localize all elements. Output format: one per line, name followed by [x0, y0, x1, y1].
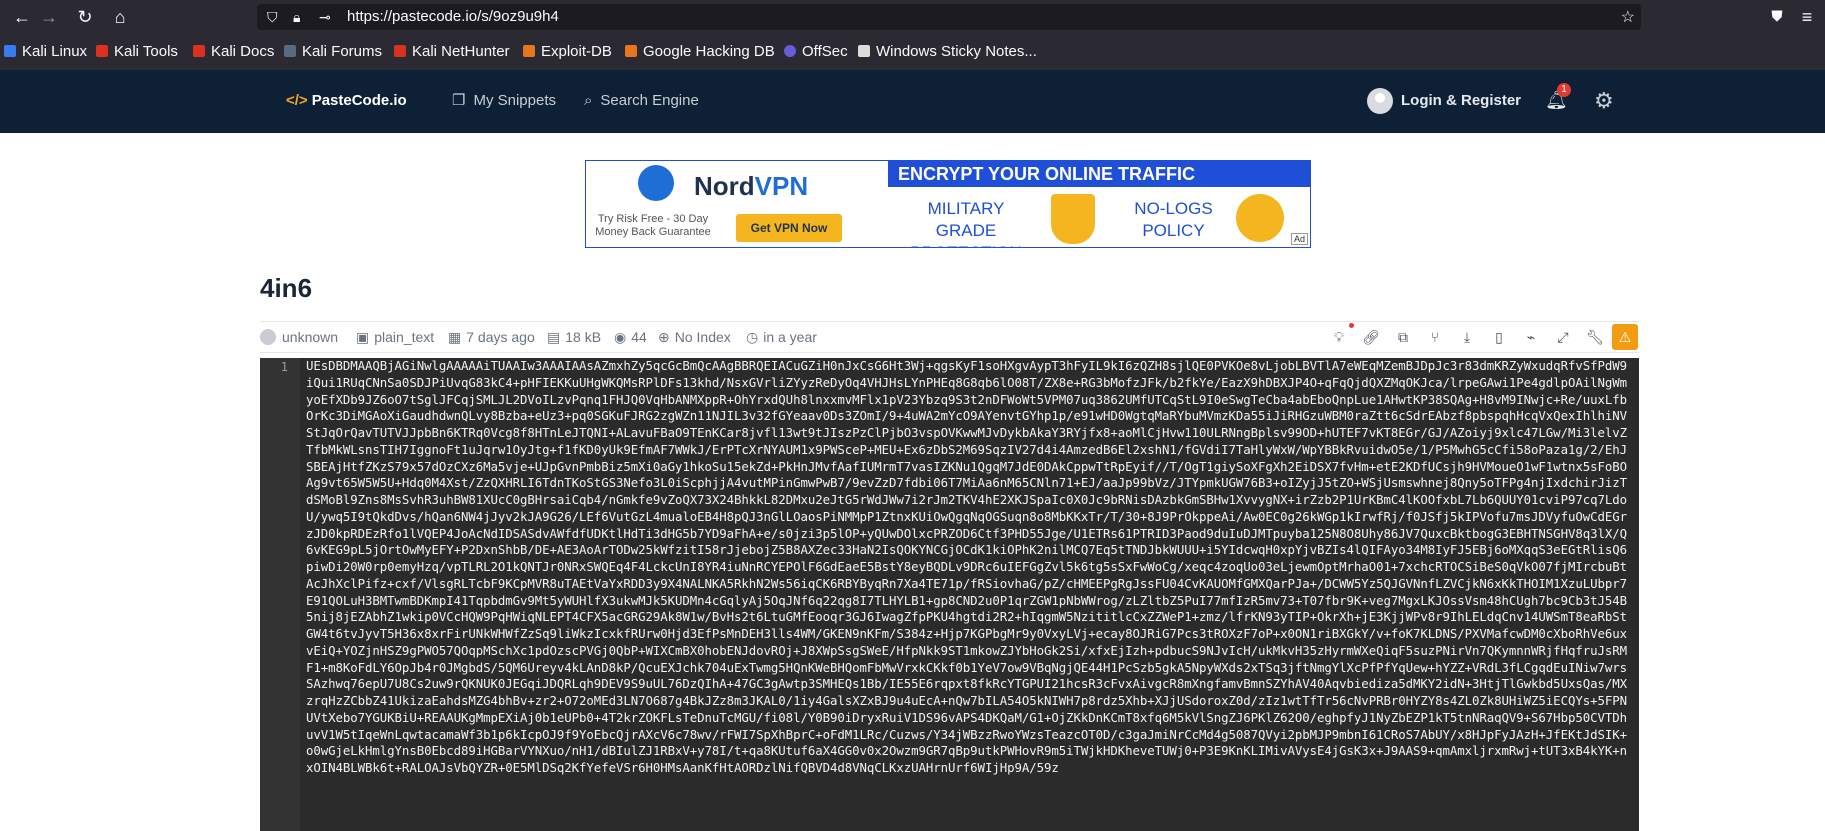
bookmark-sticky-notes[interactable]: Windows Sticky Notes... [858, 43, 1037, 61]
bookmark-offsec[interactable]: OffSec [784, 43, 848, 61]
meta-author[interactable]: unknown [260, 328, 338, 346]
shield-icon[interactable]: ⛉ [267, 8, 278, 26]
link-icon[interactable]: 🔗︎ [1358, 324, 1384, 350]
kali-tools-icon [96, 45, 108, 57]
paste-content[interactable]: UEsDBDMAAQBjAGiNwlgAAAAAiTUAAIw3AAAIAAsA… [306, 358, 1632, 777]
meta-index: ⊕ No Index [658, 329, 731, 345]
fork-icon[interactable]: ⑂ [1422, 324, 1448, 350]
line-number: 1 [280, 360, 288, 374]
lock-icon[interactable]: 🔒︎ [293, 8, 300, 26]
nethunter-icon [394, 45, 406, 57]
ad-headline: ENCRYPT YOUR ONLINE TRAFFIC [888, 161, 1310, 187]
bookmark-kali-linux[interactable]: Kali Linux [4, 43, 87, 61]
ghdb-icon [625, 45, 637, 57]
ad-tag[interactable]: Ad [1290, 233, 1308, 245]
nav-my-snippets[interactable]: ❐ My Snippets [452, 91, 556, 111]
back-icon[interactable]: ← [10, 5, 34, 29]
site-header: </> PasteCode.io ❐ My Snippets ⌕ Search Eng… [0, 70, 1825, 133]
report-warning-icon[interactable]: ⚠ [1612, 324, 1638, 350]
raw-file-icon[interactable]: ▯ [1486, 324, 1512, 350]
code-icon: </> [286, 92, 308, 109]
sticky-notes-icon [858, 45, 870, 57]
url-text[interactable]: https://pastecode.io/s/9oz9u9h4 [347, 8, 559, 26]
site-logo[interactable]: </> PasteCode.io [286, 90, 407, 112]
lock-badge-icon [1236, 194, 1284, 242]
ad-feature-military: MILITARY GRADE PROTECTION [910, 199, 1021, 247]
forward-icon[interactable]: → [37, 5, 61, 29]
bookmark-kali-tools[interactable]: Kali Tools [96, 43, 178, 61]
eye-icon: ◉ [614, 329, 627, 345]
code-viewer[interactable]: 1 UEsDBDMAAQBjAGiNwlgAAAAAiTUAAIw3AAAIAA… [260, 358, 1639, 831]
bulb-notification-dot [1349, 323, 1354, 328]
paste-title: 4in6 [260, 273, 313, 303]
bulb-icon[interactable]: 💡︎ [1326, 324, 1352, 350]
bookmark-google-hacking-db[interactable]: Google Hacking DB [625, 43, 775, 61]
calendar-icon: ▦ [448, 329, 462, 345]
login-register-link[interactable]: Login & Register [1367, 88, 1521, 115]
bookmark-kali-nethunter[interactable]: Kali NetHunter [394, 43, 510, 61]
avatar [1367, 88, 1393, 115]
bookmark-kali-forums[interactable]: Kali Forums [284, 43, 382, 61]
bookmark-kali-docs[interactable]: Kali Docs [193, 43, 274, 61]
nordvpn-ad[interactable]: NordVPN Try Risk Free - 30 Day Money Bac… [585, 160, 1311, 248]
bookmark-star-icon[interactable]: ☆ [1621, 7, 1635, 27]
offsec-icon [784, 45, 796, 57]
browser-toolbar: ← → ↻ ⌂ ⛉ 🔒︎ ⊸ https://pastecode.io/s/9o… [0, 0, 1825, 34]
clock-icon: ◷ [746, 329, 759, 345]
notification-badge: 1 [1557, 83, 1571, 97]
ad-risk-free: Try Risk Free - 30 Day Money Back Guaran… [595, 213, 711, 238]
reload-icon[interactable]: ↻ [73, 5, 97, 29]
ad-get-vpn-button[interactable]: Get VPN Now [736, 214, 842, 242]
ad-feature-nologs: NO-LOGS POLICY [1134, 199, 1213, 240]
copy-icon[interactable]: ⧉ [1390, 324, 1416, 350]
search-icon: ⌕ [584, 92, 593, 109]
exploit-db-icon [523, 45, 535, 57]
kali-docs-icon [193, 45, 205, 57]
bookmark-exploit-db[interactable]: Exploit-DB [523, 43, 612, 61]
paste-meta-bar: unknown ▣ plain_text ▦ 7 days ago ▤ 18 kB ◉… [260, 321, 1639, 353]
home-icon[interactable]: ⌂ [108, 5, 132, 29]
kali-icon [4, 45, 16, 57]
shield-badge-icon [1051, 194, 1095, 244]
permissions-icon[interactable]: ⊸ [319, 8, 331, 26]
url-bar[interactable]: ⛉ 🔒︎ ⊸ https://pastecode.io/s/9oz9u9h4 ☆ [257, 4, 1641, 30]
file-size-icon: ▤ [547, 329, 561, 345]
nordvpn-logo-icon [638, 165, 674, 201]
ad-brand: NordVPN [694, 171, 809, 201]
fullscreen-icon[interactable]: ⤢ [1550, 324, 1576, 350]
meta-views: ◉ 44 [614, 329, 647, 345]
syntax-icon: ▣ [356, 329, 370, 345]
kali-forums-icon [284, 45, 296, 57]
line-gutter: 1 [260, 358, 300, 831]
meta-expires: ◷ in a year [746, 329, 817, 345]
menu-icon[interactable]: ≡ [1795, 5, 1819, 29]
meta-size: ▤ 18 kB [547, 329, 602, 345]
snippets-icon: ❐ [452, 92, 466, 109]
embed-icon[interactable]: ⌁ [1518, 324, 1544, 350]
meta-syntax: ▣ plain_text [356, 329, 435, 345]
download-icon[interactable]: ⤓ [1454, 324, 1480, 350]
pocket-icon[interactable]: ⛊ [1765, 5, 1789, 29]
wrench-icon[interactable]: 🔧︎ [1582, 324, 1608, 350]
nav-search-engine[interactable]: ⌕ Search Engine [584, 91, 699, 111]
theme-gear-icon[interactable]: ⚙ [1594, 88, 1614, 114]
meta-age: ▦ 7 days ago [448, 329, 535, 345]
bookmarks-bar: Kali Linux Kali Tools Kali Docs Kali For… [0, 34, 1825, 71]
globe-icon: ⊕ [658, 329, 670, 345]
user-avatar-icon [260, 329, 276, 345]
